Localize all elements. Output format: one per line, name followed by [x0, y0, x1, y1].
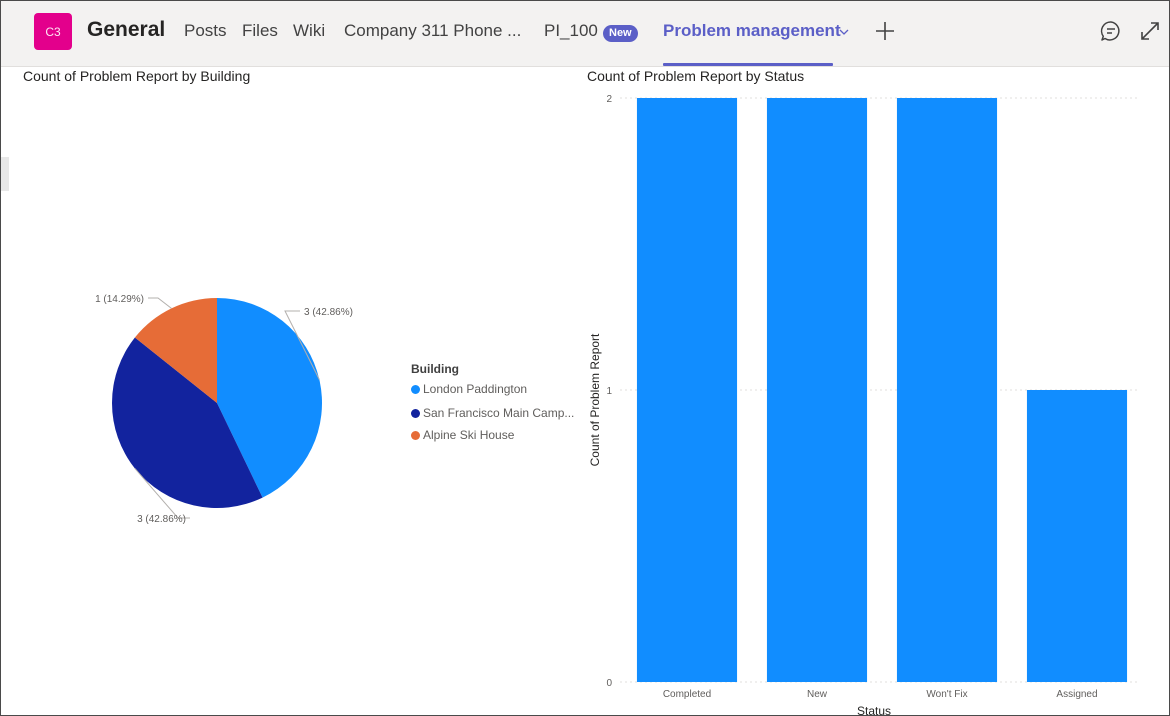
bar[interactable]	[896, 98, 998, 682]
team-avatar[interactable]: C3	[34, 13, 72, 50]
tab-posts[interactable]: Posts	[184, 21, 227, 41]
pie-data-label: 1 (14.29%)	[95, 294, 144, 305]
pie-leader-line	[148, 297, 172, 309]
x-tick-label: Won't Fix	[926, 689, 967, 700]
legend-label: Alpine Ski House	[423, 428, 515, 442]
bar-chart: 0 1 2 Completed New Won't Fix Assigned Status Co…	[588, 94, 1140, 716]
legend-title: Building	[411, 362, 459, 376]
expand-icon[interactable]	[1138, 19, 1162, 43]
x-axis-title: Status	[857, 704, 891, 716]
tab-company-311-phone[interactable]: Company 311 Phone ...	[344, 21, 521, 41]
legend-label: London Paddington	[423, 382, 528, 396]
new-badge: New	[603, 25, 638, 42]
active-tab-indicator	[663, 63, 833, 66]
y-axis-title: Count of Problem Report	[588, 333, 602, 466]
y-tick-label: 1	[606, 386, 612, 397]
pie-data-label: 3 (42.86%)	[137, 514, 186, 525]
legend-dot	[411, 431, 420, 440]
legend-dot	[411, 409, 420, 418]
bar[interactable]	[766, 98, 868, 682]
legend-item-alpine-ski-house[interactable]: Alpine Ski House	[411, 428, 514, 442]
chevron-down-icon[interactable]	[838, 27, 850, 37]
bar[interactable]	[636, 98, 738, 682]
scrollbar-handle[interactable]	[1, 157, 9, 191]
pie-visual-title: Count of Problem Report by Building	[23, 68, 251, 84]
y-tick-label: 0	[606, 678, 612, 689]
legend-dot	[411, 385, 420, 394]
pie-chart: 3 (42.86%) 3 (42.86%) 1 (14.29%)	[95, 294, 353, 525]
x-tick-label: New	[807, 689, 828, 700]
add-tab-icon[interactable]	[874, 20, 896, 42]
legend-label: San Francisco Main Camp...	[423, 406, 575, 420]
bar[interactable]	[1026, 390, 1128, 682]
bar-visual-title: Count of Problem Report by Status	[587, 68, 805, 84]
tab-wiki[interactable]: Wiki	[293, 21, 325, 41]
y-tick-label: 2	[606, 94, 612, 105]
tab-files[interactable]: Files	[242, 21, 278, 41]
conversation-icon[interactable]	[1099, 19, 1123, 43]
channel-header: C3 General Posts Files Wiki Company 311 …	[1, 1, 1169, 67]
x-tick-label: Assigned	[1056, 689, 1097, 700]
tab-pi-100[interactable]: PI_100	[544, 21, 598, 41]
legend-item-san-francisco[interactable]: San Francisco Main Camp...	[411, 406, 574, 420]
tab-problem-management[interactable]: Problem management	[663, 21, 841, 41]
x-tick-label: Completed	[663, 689, 711, 700]
pie-data-label: 3 (42.86%)	[304, 307, 353, 318]
legend-item-london-paddington[interactable]: London Paddington	[411, 382, 527, 396]
channel-title: General	[87, 18, 166, 41]
